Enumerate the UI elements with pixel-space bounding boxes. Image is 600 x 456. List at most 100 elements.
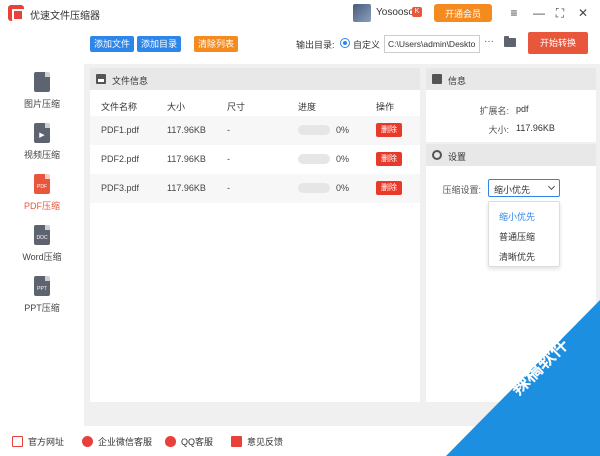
- progress-bar: [298, 154, 330, 164]
- file-panel-header: 文件信息: [90, 68, 420, 90]
- progress-bar: [298, 125, 330, 135]
- delete-button[interactable]: 删除: [376, 152, 402, 166]
- extension-value: pdf: [516, 104, 529, 114]
- file-dimension: -: [227, 183, 230, 193]
- sidebar: 图片压缩 ▶ 视频压缩 PDF PDF压缩 DOC Word压缩 PPT PPT…: [0, 60, 84, 420]
- extension-label: 扩展名:: [479, 106, 509, 116]
- info-panel-header: 信息: [426, 68, 596, 90]
- settings-panel-header: 设置: [426, 144, 596, 166]
- close-icon[interactable]: ✕: [575, 5, 591, 21]
- column-header-dimension: 尺寸: [227, 102, 246, 112]
- maximize-icon[interactable]: ⛶: [552, 5, 568, 21]
- dropdown-option[interactable]: 普通压缩: [499, 230, 535, 243]
- browse-more-button[interactable]: ···: [484, 36, 494, 47]
- compress-mode-dropdown: 缩小优先 普通压缩 清晰优先: [488, 201, 560, 267]
- title-bar: 优速文件压缩器 Yosoosoft K 开通会员 ≡ — ⛶ ✕: [0, 0, 600, 26]
- custom-radio[interactable]: [340, 38, 350, 48]
- output-path-input[interactable]: [384, 35, 480, 53]
- table-row[interactable]: PDF1.pdf 117.96KB - 0% 删除: [90, 116, 420, 145]
- output-dir-label: 输出目录:: [296, 40, 335, 50]
- sidebar-item-ppt[interactable]: PPT PPT压缩: [0, 276, 84, 326]
- column-header-progress: 进度: [298, 102, 317, 112]
- dropdown-option[interactable]: 清晰优先: [499, 250, 535, 263]
- delete-button[interactable]: 删除: [376, 123, 402, 137]
- column-header-action: 操作: [376, 102, 395, 112]
- file-dimension: -: [227, 125, 230, 135]
- compress-setting-label: 压缩设置:: [442, 185, 481, 195]
- footer-label: QQ客服: [181, 436, 214, 447]
- folder-icon[interactable]: [504, 36, 516, 47]
- add-directory-button[interactable]: 添加目录: [137, 36, 181, 52]
- delete-button[interactable]: 删除: [376, 181, 402, 195]
- progress-bar: [298, 183, 330, 193]
- chevron-down-icon: [547, 182, 556, 191]
- size-label: 大小:: [488, 125, 509, 135]
- wechat-service-link[interactable]: 企业微信客服: [82, 435, 152, 447]
- sidebar-item-image[interactable]: 图片压缩: [0, 72, 84, 122]
- file-size: 117.96KB: [167, 125, 206, 135]
- sidebar-item-label: PPT压缩: [24, 303, 60, 313]
- sidebar-item-label: PDF压缩: [23, 201, 60, 211]
- avatar[interactable]: [353, 4, 371, 22]
- file-name: PDF3.pdf: [101, 183, 140, 193]
- table-row[interactable]: PDF2.pdf 117.96KB - 0% 删除: [90, 145, 420, 174]
- file-dimension: -: [227, 154, 230, 164]
- sidebar-item-video[interactable]: ▶ 视频压缩: [0, 123, 84, 173]
- feedback-icon: [231, 435, 242, 447]
- settings-panel-title: 设置: [448, 152, 467, 162]
- video-file-icon: ▶: [34, 123, 50, 143]
- vip-button-label: 开通会员: [444, 8, 481, 19]
- footer-label: 意见反馈: [247, 436, 284, 447]
- website-icon: [12, 435, 23, 447]
- info-icon: [432, 74, 442, 84]
- file-panel-title: 文件信息: [112, 76, 149, 86]
- footer-label: 企业微信客服: [98, 436, 153, 447]
- gear-icon: [432, 150, 442, 160]
- image-icon: [96, 74, 106, 84]
- file-name: PDF2.pdf: [101, 154, 140, 164]
- chat-icon: [82, 435, 93, 447]
- toolbar: 添加文件 添加目录 清除列表 输出目录: 自定义 ··· 开始转换: [84, 26, 600, 64]
- sidebar-item-word[interactable]: DOC Word压缩: [0, 225, 84, 275]
- app-title: 优速文件压缩器: [30, 11, 100, 22]
- watermark-logo: 辣稿软件: [446, 300, 600, 456]
- doc-file-icon: DOC: [34, 225, 50, 245]
- clear-list-button[interactable]: 清除列表: [194, 36, 238, 52]
- custom-radio-label[interactable]: 自定义: [353, 38, 380, 51]
- ppt-file-icon: PPT: [34, 276, 50, 296]
- footer-label: 官方网址: [28, 436, 65, 447]
- file-size: 117.96KB: [167, 183, 206, 193]
- menu-icon[interactable]: ≡: [506, 5, 522, 21]
- start-convert-button[interactable]: 开始转换: [528, 32, 588, 54]
- feedback-link[interactable]: 意见反馈: [231, 435, 283, 447]
- sidebar-item-pdf[interactable]: PDF PDF压缩: [0, 174, 84, 224]
- minimize-icon[interactable]: —: [531, 5, 547, 21]
- add-file-button[interactable]: 添加文件: [90, 36, 134, 52]
- progress-text: 0%: [336, 183, 350, 193]
- table-row[interactable]: PDF3.pdf 117.96KB - 0% 删除: [90, 174, 420, 203]
- file-name: PDF1.pdf: [101, 125, 140, 135]
- compress-mode-select[interactable]: 缩小优先: [488, 179, 560, 197]
- info-panel: 信息 扩展名: pdf 大小: 117.96KB: [426, 68, 596, 142]
- info-panel-title: 信息: [448, 76, 467, 86]
- sidebar-item-label: 视频压缩: [23, 150, 60, 160]
- pdf-file-icon: PDF: [34, 174, 50, 194]
- vip-button[interactable]: 开通会员: [434, 4, 492, 22]
- column-header-name: 文件名称: [101, 102, 138, 112]
- file-list-panel: 文件信息 文件名称 大小 尺寸 进度 操作 PDF1.pdf 117.96KB …: [90, 68, 420, 402]
- file-size: 117.96KB: [167, 154, 206, 164]
- size-value: 117.96KB: [516, 123, 555, 133]
- progress-text: 0%: [336, 125, 350, 135]
- user-badge-icon: K: [412, 7, 422, 17]
- sidebar-item-label: 图片压缩: [23, 99, 60, 109]
- sidebar-item-label: Word压缩: [22, 252, 62, 262]
- image-file-icon: [34, 72, 50, 92]
- compress-mode-value: 缩小优先: [494, 185, 531, 195]
- qq-service-link[interactable]: QQ客服: [165, 435, 213, 447]
- progress-text: 0%: [336, 154, 350, 164]
- dropdown-option[interactable]: 缩小优先: [499, 210, 535, 223]
- qq-icon: [165, 435, 176, 447]
- app-logo-icon: [8, 5, 24, 21]
- official-site-link[interactable]: 官方网址: [12, 435, 64, 447]
- column-header-size: 大小: [167, 102, 186, 112]
